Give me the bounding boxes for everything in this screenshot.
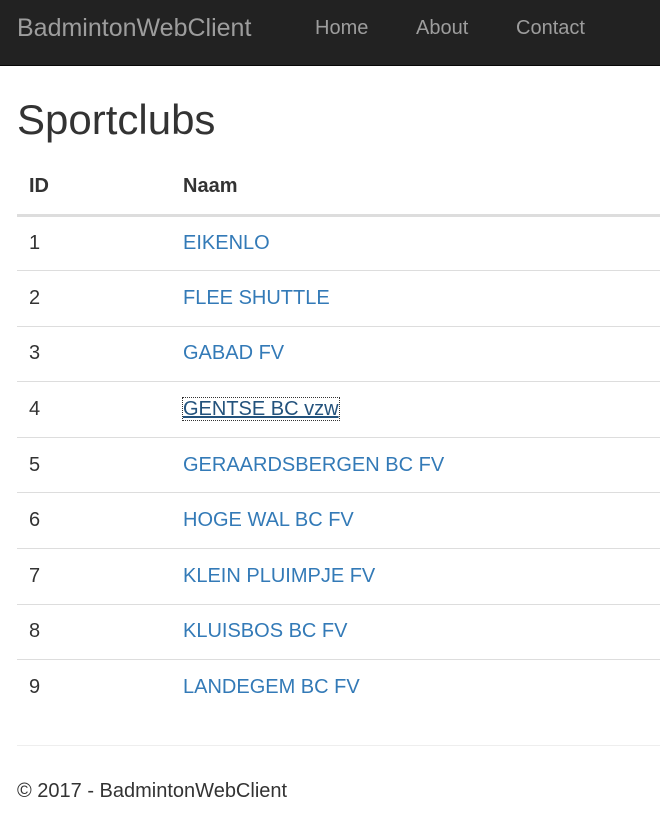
club-id-cell: 2 — [17, 270, 171, 327]
club-link[interactable]: KLEIN PLUIMPJE FV — [183, 565, 375, 587]
club-name-cell: KLEIN PLUIMPJE FV — [171, 548, 660, 605]
club-link[interactable]: LANDEGEM BC FV — [183, 676, 360, 698]
table-row: 9 LANDEGEM BC FV — [17, 659, 660, 716]
club-link[interactable]: KLUISBOS BC FV — [183, 620, 348, 642]
club-link[interactable]: GABAD FV — [183, 342, 284, 364]
table-row: 6 HOGE WAL BC FV — [17, 492, 660, 549]
top-navbar: BadmintonWebClient Home About Contact — [0, 0, 660, 66]
table-row: 5 GERAARDSBERGEN BC FV — [17, 436, 660, 493]
club-id-cell: 1 — [29, 231, 41, 254]
club-id-cell: 4 — [17, 381, 171, 438]
club-name-cell: LANDEGEM BC FV — [171, 659, 660, 716]
table-row: 1 EIKENLO — [17, 215, 660, 271]
nav-about-link[interactable]: About — [416, 16, 468, 40]
column-header-id: ID — [17, 160, 171, 217]
table-row: 4 GENTSE BC vzw — [17, 381, 660, 438]
table-row: 7 KLEIN PLUIMPJE FV — [17, 548, 660, 605]
club-id-cell: 9 — [17, 659, 171, 716]
club-name-cell: HOGE WAL BC FV — [171, 492, 660, 549]
brand-link[interactable]: BadmintonWebClient — [17, 13, 251, 43]
table-row: 2 FLEE SHUTTLE — [17, 270, 660, 327]
club-id-cell: 5 — [17, 436, 171, 493]
table-row: 3 GABAD FV — [17, 325, 660, 382]
nav-home-link[interactable]: Home — [315, 16, 368, 40]
club-link[interactable]: EIKENLO — [183, 232, 270, 254]
club-name-cell: KLUISBOS BC FV — [171, 603, 660, 660]
nav-contact-link[interactable]: Contact — [516, 16, 585, 40]
footer-divider — [17, 745, 660, 746]
footer-copyright: © 2017 - BadmintonWebClient — [17, 780, 288, 802]
club-link[interactable]: HOGE WAL BC FV — [183, 509, 354, 531]
table-row: 8 KLUISBOS BC FV — [17, 603, 660, 660]
page-title: Sportclubs — [17, 96, 216, 143]
column-header-naam: Naam — [171, 160, 660, 217]
club-link[interactable]: GERAARDSBERGEN BC FV — [183, 454, 444, 476]
club-link[interactable]: FLEE SHUTTLE — [183, 287, 330, 309]
club-name-cell: GERAARDSBERGEN BC FV — [171, 436, 660, 493]
club-id-cell: 6 — [17, 492, 171, 549]
sportclubs-table: ID Naam 1 EIKENLO 2 FLEE SHUTTLE 3 GABAD… — [17, 160, 660, 716]
club-id-cell: 7 — [17, 548, 171, 605]
club-name-cell: EIKENLO — [171, 215, 660, 271]
club-id-cell: 8 — [17, 603, 171, 660]
club-id-cell: 3 — [17, 325, 171, 382]
table-header-row: ID Naam — [17, 160, 660, 217]
club-name-cell: GENTSE BC vzw — [171, 381, 660, 438]
club-link-focused[interactable]: GENTSE BC vzw — [182, 397, 340, 422]
club-name-cell: GABAD FV — [171, 325, 660, 382]
club-name-cell: FLEE SHUTTLE — [171, 270, 660, 327]
